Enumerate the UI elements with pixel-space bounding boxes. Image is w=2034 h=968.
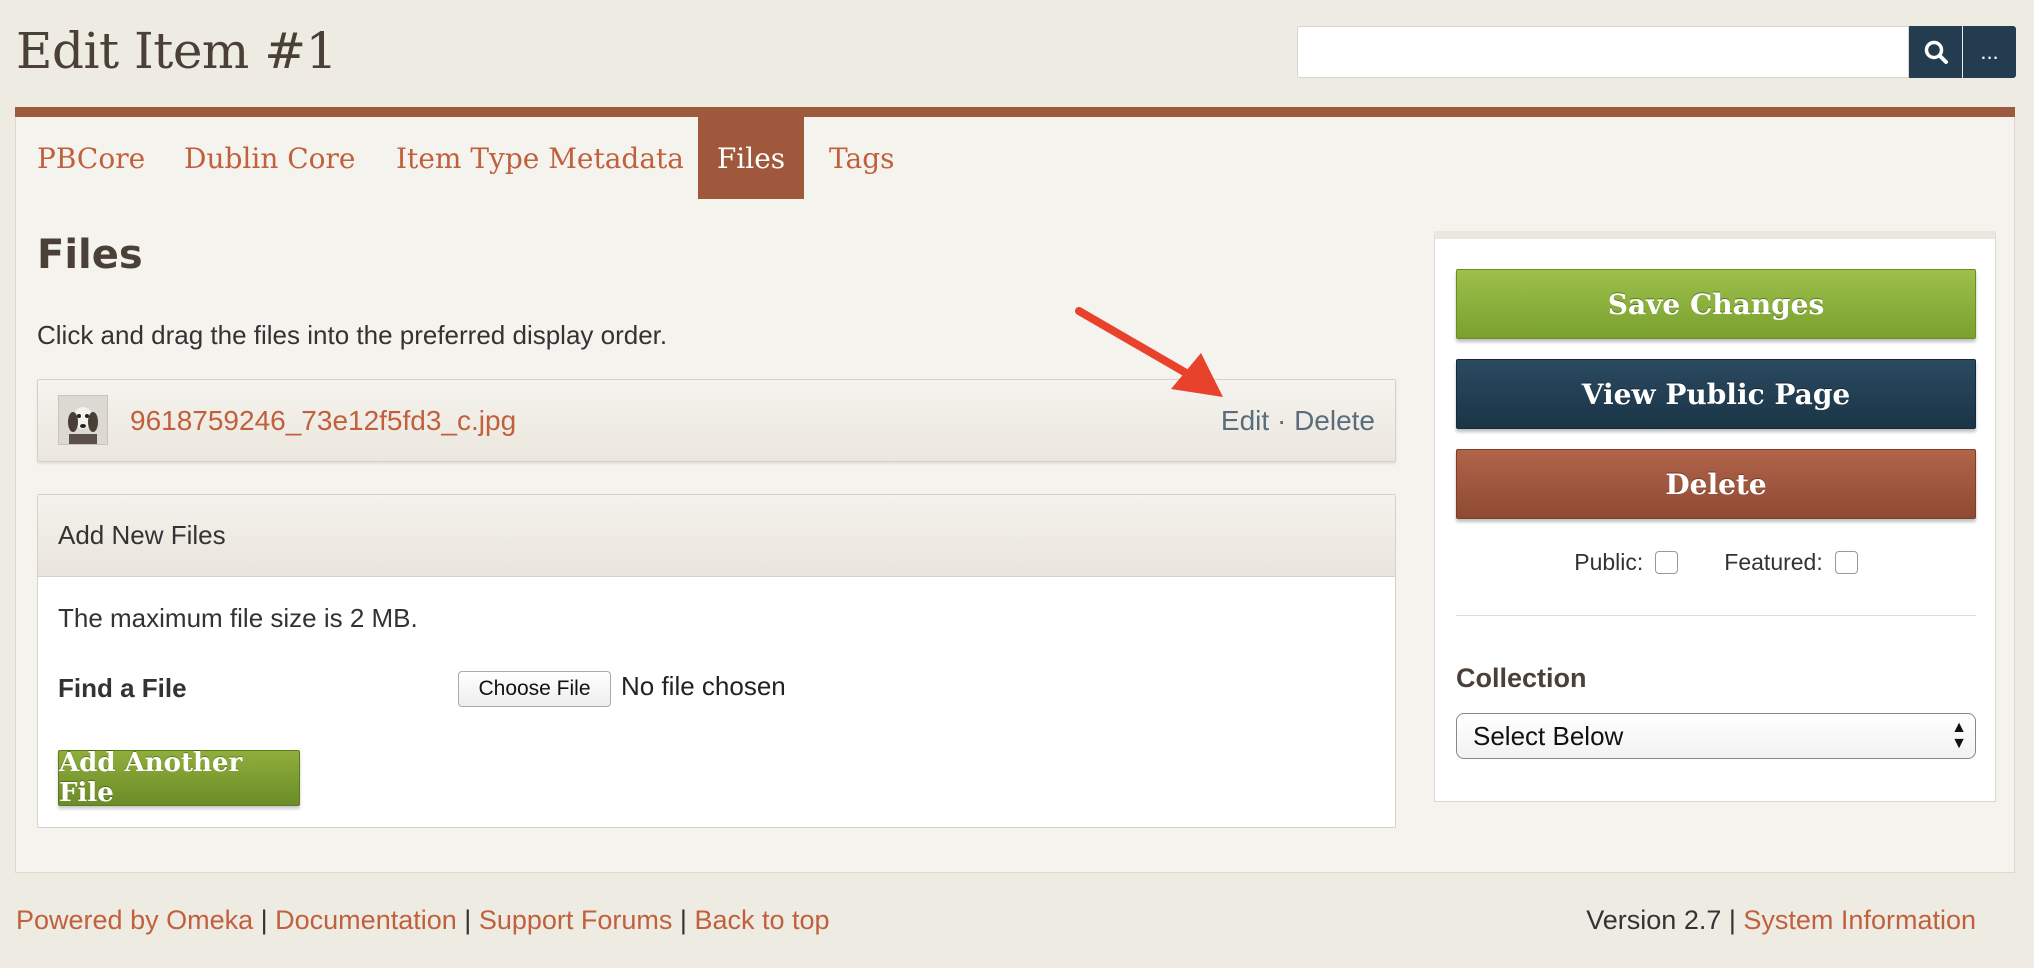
max-file-size-text: The maximum file size is 2 MB.: [58, 603, 418, 633]
version-text: Version 2.7: [1586, 905, 1722, 935]
files-hint: Click and drag the files into the prefer…: [37, 320, 668, 350]
featured-label: Featured:: [1724, 549, 1823, 575]
tab-dublin-core[interactable]: Dublin Core: [163, 117, 377, 199]
add-new-files-panel: Add New Files The maximum file size is 2…: [37, 494, 1396, 828]
add-new-files-header: Add New Files: [38, 495, 1395, 577]
select-arrows-icon: ▲ ▼: [1951, 719, 1967, 752]
item-actions-sidebar: Save Changes View Public Page Delete Pub…: [1434, 231, 1996, 802]
tab-pbcore[interactable]: PBCore: [16, 117, 166, 199]
view-public-page-button[interactable]: View Public Page: [1456, 359, 1976, 429]
footer-separator: |: [679, 905, 687, 935]
search-input[interactable]: [1297, 26, 1909, 78]
search-button[interactable]: [1909, 26, 1962, 78]
back-to-top-link[interactable]: Back to top: [694, 905, 829, 935]
footer-separator: |: [464, 905, 472, 935]
documentation-link[interactable]: Documentation: [275, 905, 457, 935]
public-label: Public:: [1574, 549, 1644, 575]
no-file-chosen-text: No file chosen: [621, 671, 786, 701]
page-title: Edit Item #1: [16, 22, 337, 80]
save-changes-button[interactable]: Save Changes: [1456, 269, 1976, 339]
system-information-link[interactable]: System Information: [1743, 905, 1976, 935]
file-thumbnail[interactable]: [58, 395, 108, 445]
file-delete-link[interactable]: Delete: [1294, 405, 1375, 436]
public-checkbox[interactable]: [1655, 551, 1679, 574]
file-name-link[interactable]: 9618759246_73e12f5fd3_c.jpg: [130, 405, 516, 437]
tab-tags[interactable]: Tags: [808, 117, 916, 199]
visibility-flags: Public: Featured:: [1435, 549, 1997, 576]
annotation-arrow-icon: [1075, 307, 1223, 397]
collection-selected-value: Select Below: [1473, 720, 1624, 751]
add-another-file-button[interactable]: Add Another File: [58, 748, 300, 808]
main-panel-topbar: [15, 107, 2015, 117]
featured-checkbox[interactable]: [1834, 551, 1858, 574]
search-options-button[interactable]: ...: [1963, 26, 2016, 78]
support-forums-link[interactable]: Support Forums: [479, 905, 673, 935]
footer-separator: |: [1728, 905, 1736, 935]
footer-links: Powered by Omeka | Documentation | Suppo…: [16, 905, 830, 936]
choose-file-button[interactable]: Choose File: [458, 671, 611, 707]
sidebar-divider: [1456, 615, 1976, 616]
tab-item-type-metadata[interactable]: Item Type Metadata: [375, 117, 705, 199]
files-heading: Files: [37, 232, 143, 278]
collection-select[interactable]: Select Below ▲ ▼: [1456, 713, 1976, 759]
file-actions: Edit · Delete: [1221, 405, 1375, 437]
powered-by-omeka-link[interactable]: Powered by Omeka: [16, 905, 253, 935]
search-icon: [1924, 40, 1948, 64]
delete-item-button[interactable]: Delete: [1456, 449, 1976, 519]
footer-version: Version 2.7 | System Information: [1586, 905, 1976, 936]
collection-label: Collection: [1456, 663, 1587, 693]
file-actions-separator: ·: [1276, 405, 1287, 436]
file-edit-link[interactable]: Edit: [1221, 405, 1269, 436]
footer-separator: |: [260, 905, 268, 935]
dog-photo-icon: [59, 396, 107, 444]
find-file-label: Find a File: [58, 673, 187, 703]
tab-files[interactable]: Files: [698, 117, 804, 199]
